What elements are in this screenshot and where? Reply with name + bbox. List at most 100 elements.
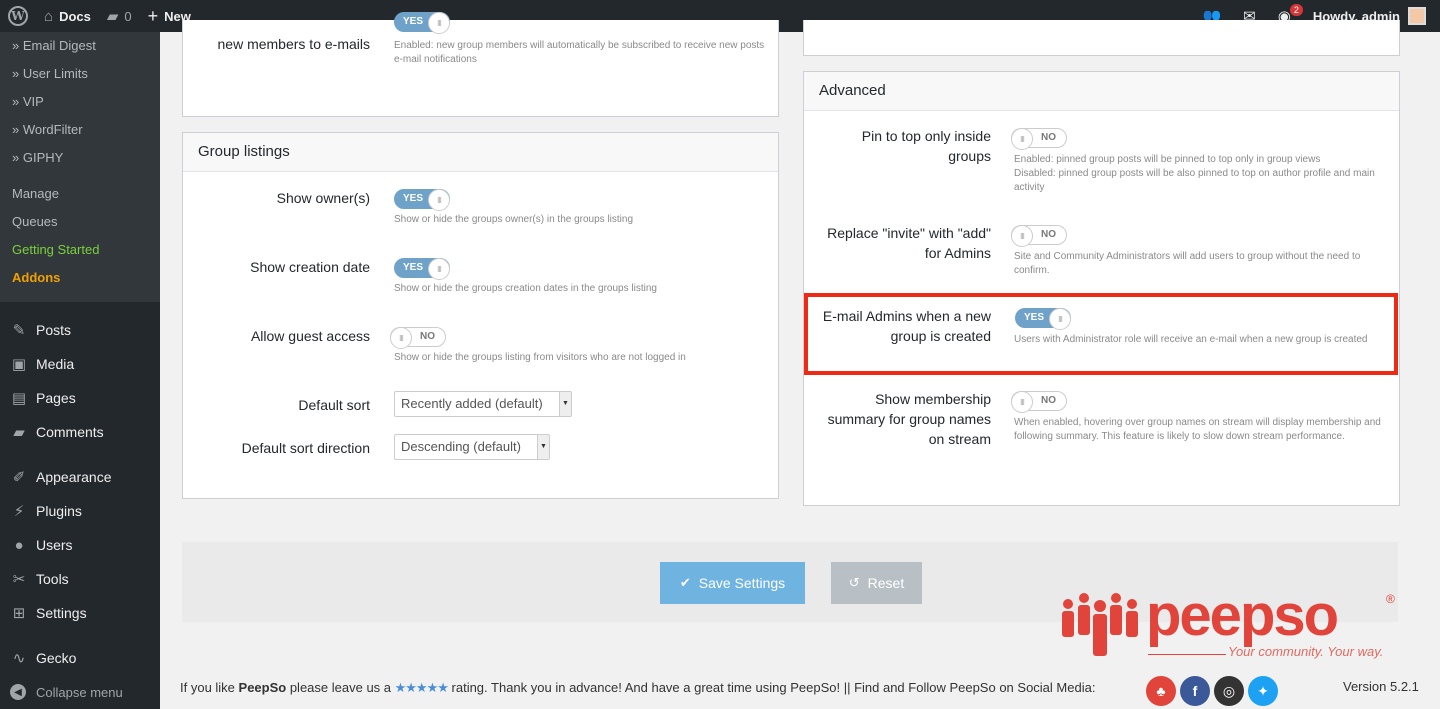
menu-label: Settings bbox=[36, 605, 87, 621]
default-sort-label: Default sort bbox=[298, 397, 370, 413]
twitter-button[interactable]: ✦ bbox=[1248, 676, 1278, 706]
membership-summary-label: Show membership summary for group names … bbox=[804, 389, 991, 449]
site-name-link[interactable]: ⌂ Docs bbox=[36, 0, 99, 32]
footer-brand: PeepSo bbox=[238, 680, 287, 695]
save-label: Save Settings bbox=[698, 575, 786, 591]
facebook-button[interactable]: f bbox=[1180, 676, 1210, 706]
toggle-knob-icon: III bbox=[428, 12, 450, 34]
wordpress-logo-button[interactable]: W bbox=[0, 0, 36, 32]
submenu-user-limits[interactable]: » User Limits bbox=[0, 62, 160, 90]
rating-stars-link[interactable]: ★★★★★ bbox=[395, 680, 449, 695]
plug-icon: ⚡ bbox=[13, 503, 25, 520]
submenu-vip[interactable]: » VIP bbox=[0, 90, 160, 118]
menu-label: Media bbox=[36, 356, 75, 372]
show-creation-toggle[interactable]: YES III bbox=[394, 258, 450, 280]
guest-access-desc: Show or hide the groups listing from vis… bbox=[394, 352, 686, 363]
pin-top-toggle[interactable]: III NO bbox=[1011, 128, 1067, 150]
top-right-panel bbox=[803, 20, 1400, 56]
membership-summary-toggle[interactable]: III NO bbox=[1011, 391, 1067, 413]
collapse-label: Collapse menu bbox=[36, 684, 123, 700]
email-admins-toggle[interactable]: YES III bbox=[1015, 308, 1071, 330]
menu-separator bbox=[0, 302, 160, 313]
notification-badge: 2 bbox=[1289, 4, 1303, 16]
submenu-email-digest[interactable]: » Email Digest bbox=[0, 34, 160, 62]
toggle-knob-icon: III bbox=[428, 189, 450, 211]
menu-label: Gecko bbox=[36, 650, 77, 666]
menu-tools[interactable]: ✂ Tools bbox=[0, 562, 160, 596]
avatar bbox=[1408, 7, 1426, 25]
comments-link[interactable]: ▰ 0 bbox=[99, 0, 140, 32]
comments-icon: ▰ bbox=[13, 424, 25, 441]
pin-icon: ✎ bbox=[12, 322, 26, 339]
menu-pages[interactable]: ▤ Pages bbox=[0, 381, 160, 415]
peepso-logo: peepso ® Your community. Your way. bbox=[1058, 583, 1398, 660]
facebook-icon: f bbox=[1192, 683, 1198, 699]
menu-comments[interactable]: ▰ Comments bbox=[0, 415, 160, 449]
show-creation-label: Show creation date bbox=[250, 259, 370, 275]
menu-media[interactable]: ▣ Media bbox=[0, 347, 160, 381]
replace-invite-desc: Site and Community Administrators will a… bbox=[1014, 251, 1361, 276]
subscribe-toggle[interactable]: YES III bbox=[394, 12, 450, 34]
submenu-manage[interactable]: Manage bbox=[0, 182, 160, 210]
menu-users[interactable]: ● Users bbox=[0, 528, 160, 562]
menu-appearance[interactable]: ✐ Appearance bbox=[0, 460, 160, 494]
reset-button[interactable]: ↺ Reset bbox=[831, 562, 922, 604]
menu-settings[interactable]: ⊞ Settings bbox=[0, 596, 160, 630]
menu-gecko[interactable]: ∿ Gecko bbox=[0, 641, 160, 675]
desc-line: Enabled: pinned group posts will be pinn… bbox=[1014, 154, 1321, 165]
reset-label: Reset bbox=[867, 575, 905, 591]
advanced-panel: Advanced Pin to top only inside groups I… bbox=[803, 71, 1400, 506]
label-line: group is created bbox=[890, 328, 991, 344]
toggle-knob-icon: III bbox=[1011, 391, 1033, 413]
replace-invite-label: Replace "invite" with "add" for Admins bbox=[804, 223, 991, 263]
dropdown-arrow-icon: ▼ bbox=[559, 392, 571, 416]
submenu-giphy[interactable]: » GIPHY bbox=[0, 146, 160, 174]
label-line: Show membership bbox=[875, 391, 991, 407]
menu-label: Comments bbox=[36, 424, 104, 440]
peepso-wordmark: peepso bbox=[1146, 583, 1339, 648]
menu-separator bbox=[0, 630, 160, 641]
menu-plugins[interactable]: ⚡ Plugins bbox=[0, 494, 160, 528]
comment-bubble-icon: ▰ bbox=[106, 8, 119, 25]
show-creation-desc: Show or hide the groups creation dates i… bbox=[394, 283, 657, 294]
label-line: Replace "invite" with "add" bbox=[827, 225, 991, 241]
toggle-text: YES bbox=[403, 193, 424, 204]
toggle-text: YES bbox=[403, 16, 424, 27]
comments-count: 0 bbox=[124, 8, 132, 24]
show-owner-toggle[interactable]: YES III bbox=[394, 189, 450, 211]
instagram-button[interactable]: ◎ bbox=[1214, 676, 1244, 706]
default-sort-value: Recently added (default) bbox=[401, 396, 543, 411]
collapse-menu-button[interactable]: ◀ Collapse menu bbox=[0, 675, 160, 709]
users-icon: ● bbox=[14, 536, 24, 554]
submenu-spacer bbox=[0, 174, 160, 182]
guest-access-toggle[interactable]: III NO bbox=[390, 327, 446, 349]
submenu-addons[interactable]: Addons bbox=[0, 266, 160, 294]
save-settings-button[interactable]: ✔ Save Settings bbox=[660, 562, 805, 604]
sort-direction-select[interactable]: Descending (default) ▼ bbox=[394, 434, 550, 460]
peepso-social-button[interactable]: ♣ bbox=[1146, 676, 1176, 706]
menu-label: Plugins bbox=[36, 503, 82, 519]
submenu-queues[interactable]: Queues bbox=[0, 210, 160, 238]
submenu-getting-started[interactable]: Getting Started bbox=[0, 238, 160, 266]
label-line: groups bbox=[948, 148, 991, 164]
footer-text: If you like PeepSo please leave us a ★★★… bbox=[180, 680, 1095, 696]
guest-access-label: Allow guest access bbox=[250, 328, 370, 344]
subscribe-label: new members to e-mails bbox=[217, 36, 371, 52]
pin-top-desc: Enabled: pinned group posts will be pinn… bbox=[1014, 153, 1389, 195]
collapse-arrow-icon: ◀ bbox=[10, 684, 26, 700]
submenu-wordfilter[interactable]: » WordFilter bbox=[0, 118, 160, 146]
toggle-knob-icon: III bbox=[390, 327, 412, 349]
default-sort-select[interactable]: Recently added (default) ▼ bbox=[394, 391, 572, 417]
undo-icon: ↺ bbox=[848, 575, 860, 590]
menu-posts[interactable]: ✎ Posts bbox=[0, 313, 160, 347]
menu-label: Pages bbox=[36, 390, 76, 406]
toggle-text: NO bbox=[420, 331, 435, 342]
logo-tagline: Your community. Your way. bbox=[1228, 644, 1384, 659]
admin-sidebar: » Email Digest » User Limits » VIP » Wor… bbox=[0, 32, 160, 709]
toggle-knob-icon: III bbox=[1011, 225, 1033, 247]
site-name-label: Docs bbox=[59, 8, 91, 24]
replace-invite-toggle[interactable]: III NO bbox=[1011, 225, 1067, 247]
menu-separator bbox=[0, 449, 160, 460]
logo-underline bbox=[1148, 654, 1226, 655]
footer-part: If you like bbox=[180, 680, 239, 695]
